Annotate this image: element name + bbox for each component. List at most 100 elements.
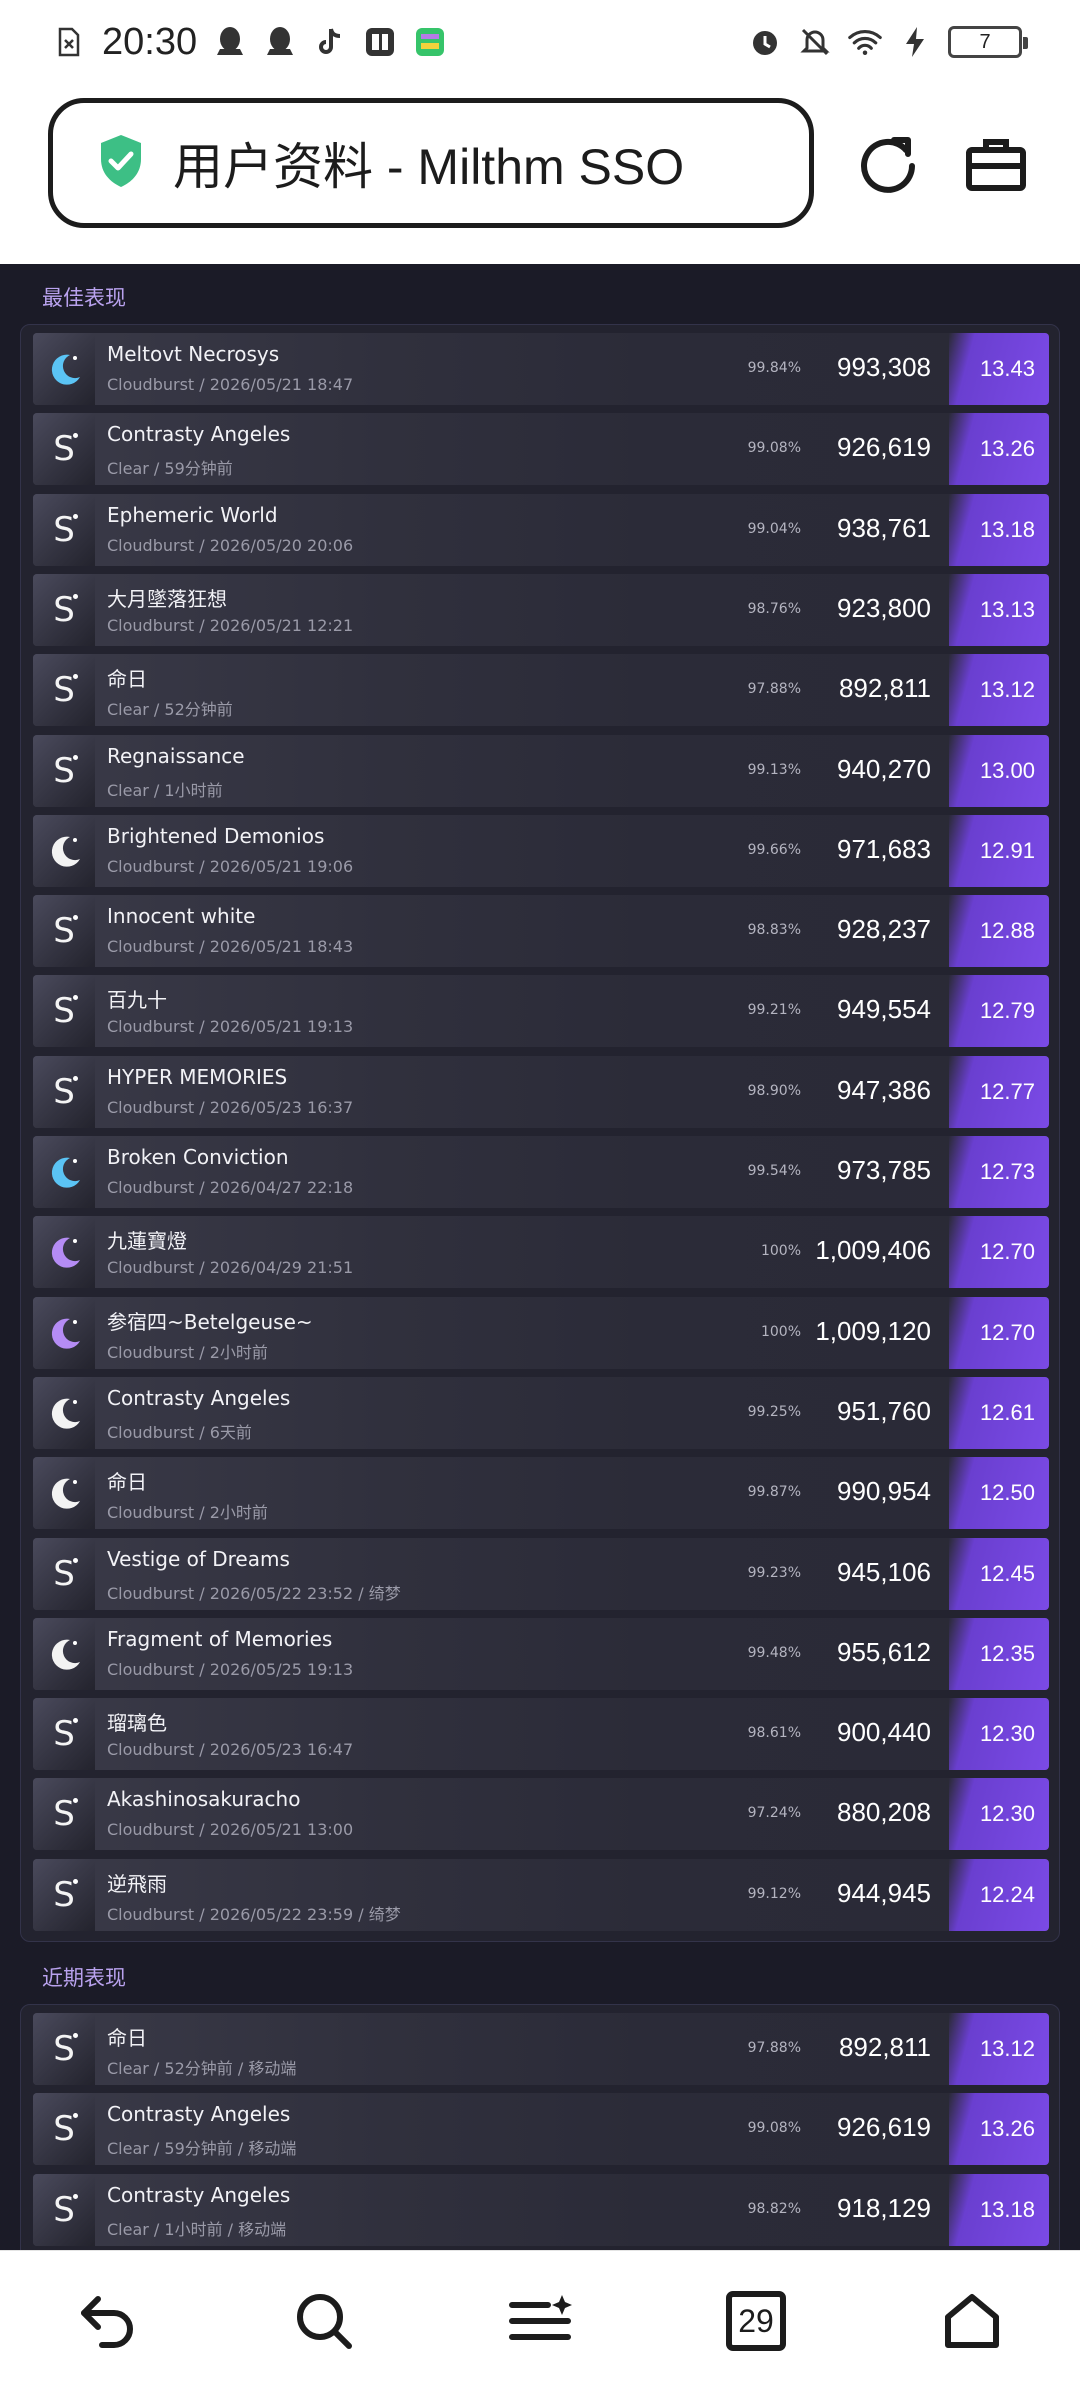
moon-blue-icon [33, 333, 95, 405]
score-value: 951,760 [837, 1395, 931, 1426]
accuracy-value: 98.82% [747, 2200, 801, 2217]
record-meta: Cloudburst / 2026/05/20 20:06 [107, 535, 354, 555]
moon-blue-icon [33, 1136, 95, 1208]
tiktok-icon [313, 25, 347, 59]
moon-white-icon [33, 814, 95, 887]
song-title: 命日 [107, 1470, 147, 1495]
status-bar: 20:30 7 [0, 0, 1080, 84]
back-arrow-icon [81, 2296, 133, 2348]
clock-time: 20:30 [102, 20, 198, 63]
record-meta: Cloudburst / 2026/04/27 22:18 [107, 1178, 354, 1197]
record-row[interactable]: S 命日 Clear / 52分钟前 97.88% 892,811 13.12 [33, 654, 1049, 727]
score-value: 993,308 [837, 352, 931, 382]
charging-icon [898, 25, 932, 59]
rating-badge: 12.61 [949, 1376, 1049, 1449]
record-row[interactable]: 命日 Cloudburst / 2小时前 99.87% 990,954 12.50 [33, 1457, 1049, 1530]
song-title: Broken Conviction [107, 1145, 289, 1169]
record-row[interactable]: S 大月墜落狂想 Cloudburst / 2026/05/21 12:21 98.7… [33, 573, 1049, 646]
rating-badge: 13.12 [949, 654, 1049, 727]
accuracy-value: 99.21% [747, 1002, 801, 1019]
record-row[interactable]: S 瑠璃色 Cloudburst / 2026/05/23 16:47 98.61% 9… [33, 1698, 1049, 1771]
record-row[interactable]: S 逆飛雨 Cloudburst / 2026/05/22 23:59 / 绮梦 99… [33, 1858, 1049, 1931]
record-row[interactable]: S Contrasty Angeles Clear / 1小时前 / 移动端 98.8… [33, 2173, 1049, 2246]
song-title: Contrasty Angeles [107, 422, 291, 447]
record-meta: Cloudburst / 2小时前 [107, 1503, 268, 1523]
score-value: 947,386 [837, 1074, 931, 1105]
record-row[interactable]: S HYPER MEMORIES Cloudburst / 2026/05/23 1… [33, 1055, 1049, 1128]
rating-badge: 12.73 [949, 1136, 1049, 1208]
record-meta: Cloudburst / 2小时前 [107, 1342, 268, 1362]
record-row[interactable]: S 命日 Clear / 52分钟前 / 移动端 97.88% 892,811 13.12 [33, 2013, 1049, 2085]
record-row[interactable]: S Innocent white Cloudburst / 2026/05/21 1… [33, 895, 1049, 968]
app-notification-icon [413, 25, 447, 59]
song-title: Fragment of Memories [107, 1626, 333, 1651]
score-value: 892,811 [838, 2032, 931, 2062]
song-title: 参宿四~Betelgeuse~ [107, 1309, 313, 1334]
s-rank-icon: S [33, 1055, 95, 1128]
score-value: 990,954 [837, 1476, 931, 1507]
record-meta: Clear / 52分钟前 / 移动端 [107, 2059, 297, 2078]
address-bar[interactable]: 用户资料 - Milthm SSO [48, 98, 814, 228]
record-row[interactable]: S 百九十 Cloudburst / 2026/05/21 19:13 99.21% 9… [33, 975, 1049, 1048]
record-meta: Cloudburst / 2026/05/23 16:47 [107, 1740, 354, 1760]
rating-badge: 12.88 [949, 895, 1049, 968]
record-row[interactable]: S Regnaissance Clear / 1小时前 99.13% 940,270 13… [33, 734, 1049, 807]
tab-count: 29 [738, 2302, 774, 2339]
battery-indicator: 7 [948, 26, 1028, 58]
song-title: Vestige of Dreams [107, 1546, 290, 1571]
s-rank-icon: S [33, 734, 95, 807]
tieba-icon [363, 25, 397, 59]
rating-badge: 13.00 [949, 734, 1049, 807]
score-value: 971,683 [837, 833, 931, 864]
record-row[interactable]: Contrasty Angeles Cloudburst / 6天前 99.25% 9… [33, 1376, 1049, 1449]
record-row[interactable]: Broken Conviction Cloudburst / 2026/04/27… [33, 1136, 1049, 1208]
score-value: 926,619 [837, 432, 931, 463]
s-rank-icon: S [33, 895, 95, 968]
score-value: 923,800 [837, 592, 931, 623]
search-icon [297, 2294, 352, 2349]
score-value: 1,009,120 [815, 1315, 931, 1346]
back-button[interactable] [68, 2281, 148, 2361]
record-row[interactable]: 参宿四~Betelgeuse~ Cloudburst / 2小时前 100% 1,00… [33, 1296, 1049, 1369]
accuracy-value: 99.66% [747, 841, 801, 858]
record-row[interactable]: S Akashinosakuracho Cloudburst / 2026/05/2… [33, 1778, 1049, 1851]
s-rank-icon: S [33, 1858, 95, 1931]
qq-icon-2 [263, 25, 297, 59]
s-rank-icon: S [33, 2173, 95, 2246]
search-button[interactable] [284, 2281, 364, 2361]
record-row[interactable]: S Contrasty Angeles Clear / 59分钟前 / 移动端 99.… [33, 2093, 1049, 2166]
rating-badge: 12.79 [949, 975, 1049, 1048]
rating-badge: 13.26 [949, 2093, 1049, 2166]
record-row[interactable]: S Contrasty Angeles Clear / 59分钟前 99.08% 926… [33, 413, 1049, 486]
toolbox-button[interactable] [956, 124, 1036, 204]
rating-badge: 12.35 [949, 1617, 1049, 1690]
record-row[interactable]: S Vestige of Dreams Cloudburst / 2026/05/2… [33, 1537, 1049, 1610]
record-row[interactable]: 九蓮寶燈 Cloudburst / 2026/04/29 21:51 100% 1,0… [33, 1216, 1049, 1289]
menu-button[interactable] [500, 2281, 580, 2361]
accuracy-value: 100% [760, 1243, 801, 1260]
record-meta: Cloudburst / 2026/05/25 19:13 [107, 1659, 354, 1679]
refresh-button[interactable] [848, 124, 928, 204]
record-row[interactable]: Fragment of Memories Cloudburst / 2026/05… [33, 1617, 1049, 1690]
song-title: Contrasty Angeles [107, 2182, 291, 2207]
accuracy-value: 98.76% [747, 600, 801, 617]
song-title: Akashinosakuracho [107, 1787, 301, 1812]
song-title: 命日 [107, 667, 147, 692]
record-row[interactable]: Brightened Demonios Cloudburst / 2026/05/… [33, 814, 1049, 887]
record-meta: Clear / 1小时前 [107, 780, 223, 800]
record-meta: Cloudburst / 2026/05/22 23:52 / 绮梦 [107, 1583, 401, 1603]
score-value: 892,811 [838, 673, 931, 704]
record-row[interactable]: S Ephemeric World Cloudburst / 2026/05/20 … [33, 493, 1049, 566]
record-row[interactable]: Meltovt Necrosys Cloudburst / 2026/05/21 … [33, 333, 1049, 405]
page-title: 用户资料 - Milthm SSO [173, 139, 685, 195]
score-value: 900,440 [837, 1717, 931, 1748]
profile-content[interactable]: 最佳表现 Meltovt Necrosys Cloudburst / 2026/0… [0, 264, 1080, 2250]
home-button[interactable] [932, 2281, 1012, 2361]
song-title: Contrasty Angeles [107, 2102, 291, 2127]
accuracy-value: 99.25% [747, 1403, 801, 1420]
s-rank-icon: S [33, 1698, 95, 1771]
score-value: 973,785 [837, 1155, 931, 1185]
song-title: 百九十 [107, 988, 167, 1013]
tabs-button[interactable]: 29 [716, 2281, 796, 2361]
record-meta: Cloudburst / 2026/05/21 18:43 [107, 937, 354, 957]
